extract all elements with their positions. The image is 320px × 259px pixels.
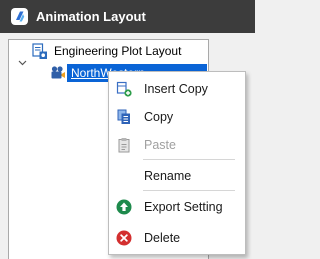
context-menu: Insert Copy Copy Paste Rename Export Set… — [108, 71, 246, 255]
insert-copy-icon — [116, 81, 132, 97]
menu-item-label: Paste — [144, 138, 176, 152]
menu-item-export-setting[interactable]: Export Setting — [109, 193, 245, 221]
window-title: Animation Layout — [36, 9, 146, 24]
plot-layout-icon — [31, 43, 48, 60]
menu-item-paste[interactable]: Paste — [109, 131, 245, 159]
menu-item-copy[interactable]: Copy — [109, 103, 245, 131]
chevron-down-icon[interactable] — [18, 53, 27, 71]
title-bar: Animation Layout — [0, 0, 255, 33]
export-icon — [116, 199, 132, 215]
menu-item-label: Delete — [144, 231, 181, 245]
tree-node-engineering-plot-layout[interactable]: Engineering Plot Layout — [54, 43, 181, 59]
menu-item-rename[interactable]: Rename — [109, 162, 245, 190]
app-logo-icon — [11, 8, 28, 25]
paste-icon — [116, 137, 132, 153]
menu-item-label: Rename — [144, 169, 192, 183]
menu-item-delete[interactable]: Delete — [109, 224, 245, 252]
delete-icon — [116, 230, 132, 246]
menu-separator — [143, 190, 235, 191]
menu-item-label: Export Setting — [144, 200, 223, 214]
menu-item-insert-copy[interactable]: Insert Copy — [109, 75, 245, 103]
menu-separator — [143, 159, 235, 160]
copy-icon — [116, 109, 132, 125]
menu-item-label: Copy — [144, 110, 174, 124]
menu-item-label: Insert Copy — [144, 82, 208, 96]
animation-camera-icon — [50, 65, 66, 81]
